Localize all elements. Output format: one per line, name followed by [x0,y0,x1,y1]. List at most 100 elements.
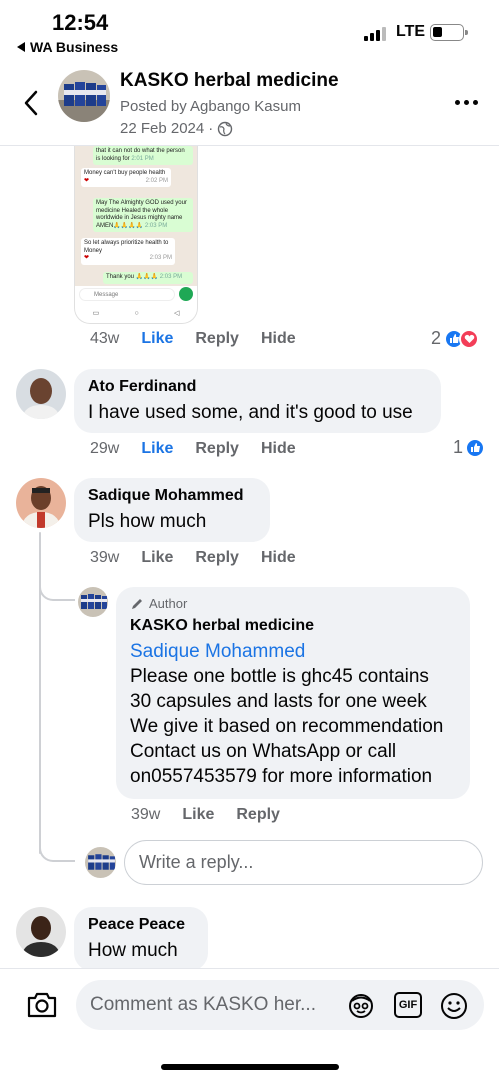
back-app-label: WA Business [30,39,119,55]
hide-button[interactable]: Hide [261,549,296,567]
user-photo-icon [16,478,66,528]
like-reaction-icon [465,437,486,458]
comment-timestamp: 29w [90,440,120,457]
thread-connector [39,575,75,601]
mention-link[interactable]: Sadique Mohammed [130,639,456,664]
chat-message-box: Message [79,288,175,301]
product-bottles-icon [58,70,110,122]
reply-line: We give it based on recommendation [130,716,444,737]
avatar-sticker-icon [349,994,373,1018]
love-reaction-icon [459,328,480,349]
back-triangle-icon [17,42,25,52]
user-photo-icon [16,369,66,419]
android-nav-bar: ▭ ○ ◁ [92,309,180,318]
product-bottles-icon [78,587,108,617]
comment-input[interactable]: Comment as KASKO her... GIF [76,980,484,1030]
mic-icon [179,287,193,301]
author-badge-label: Author [149,596,188,611]
post-image[interactable]: that it can not do what the person is lo… [74,146,198,324]
reaction-count: 1 [453,437,464,457]
thread-connector [39,836,75,862]
comment-bubble: Sadique Mohammed Pls how much [74,478,270,542]
post-timestamp: 43w [90,330,120,347]
hide-button[interactable]: Hide [261,330,296,348]
reply-actions: 39w Like Reply [131,806,302,824]
reply-button[interactable]: Reply [195,330,239,348]
reply-line: on0557453579 for more information [130,766,433,787]
reaction-summary[interactable]: 1 [453,437,486,458]
like-button[interactable]: Like [141,440,173,458]
post-date: 22 Feb 2024 · [120,120,233,137]
gif-icon: GIF [394,992,422,1018]
commenter-name[interactable]: KASKO herbal medicine [130,617,456,635]
avatar[interactable] [78,587,108,617]
commenter-name[interactable]: Ato Ferdinand [88,378,427,396]
chat-message: Money can't buy people health ❤ 2:02 PM [81,168,171,187]
avatar-sticker-button[interactable] [346,992,376,1025]
comment-text: How much [88,940,178,961]
chat-message: that it can not do what the person is lo… [93,146,193,165]
avatar[interactable] [16,907,66,957]
smiley-icon [441,993,467,1019]
chat-message: May The Almighty GOD used your medicine … [93,198,193,232]
more-options-button[interactable] [455,100,478,105]
comment-composer: Comment as KASKO her... GIF [0,968,499,1080]
gif-button[interactable]: GIF [394,992,422,1018]
status-bar: 12:54 WA Business LTE [0,0,499,60]
post-date-text: 22 Feb 2024 [120,120,205,137]
chat-message: So let always prioritize health to Money… [81,238,175,265]
commenter-name[interactable]: Sadique Mohammed [88,487,256,505]
reply-button[interactable]: Reply [195,440,239,458]
avatar [85,847,116,878]
back-to-app-button[interactable]: WA Business [16,39,118,55]
reply-line: Contact us on WhatsApp or call [130,741,397,762]
product-bottles-icon [85,847,116,878]
comment-bubble: Ato Ferdinand I have used some, and it's… [74,369,441,433]
avatar[interactable] [16,478,66,528]
comment-actions: 29w Like Reply Hide [90,440,318,458]
reply-bubble: Author KASKO herbal medicine Sadique Moh… [116,587,470,799]
hide-button[interactable]: Hide [261,440,296,458]
author-badge: Author [130,596,456,611]
post-header: KASKO herbal medicine Posted by Agbango … [0,62,499,146]
reply-line: 30 capsules and lasts for one week [130,691,427,712]
clock: 12:54 [52,10,109,35]
battery-icon [430,24,468,41]
reply-button[interactable]: Reply [236,806,280,824]
reply-input[interactable]: Write a reply... [124,840,483,885]
chevron-left-icon [24,90,38,116]
chat-input-bar: Message [77,286,195,302]
emoji-button[interactable] [440,992,468,1025]
home-indicator [161,1064,339,1070]
camera-icon [27,992,57,1018]
like-button[interactable]: Like [141,549,173,567]
commenter-name[interactable]: Peace Peace [88,916,194,934]
comment-bubble: Peace Peace How much [74,907,208,971]
posted-by: Posted by Agbango Kasum [120,98,301,115]
reaction-count: 2 [431,328,442,348]
page-title[interactable]: KASKO herbal medicine [120,70,339,92]
comment-placeholder: Comment as KASKO her... [90,994,316,1015]
comment-actions: 39w Like Reply Hide [90,549,318,567]
post-actions: 43w Like Reply Hide [90,330,318,348]
chat-message: Thank you 🙏🙏🙏 2:03 PM [103,272,193,284]
reply-button[interactable]: Reply [195,549,239,567]
comment-text: I have used some, and it's good to use [88,402,413,423]
reply-line: Please one bottle is ghc45 contains [130,666,429,687]
chat-screenshot: that it can not do what the person is lo… [75,146,197,286]
like-button[interactable]: Like [182,806,214,824]
page-avatar[interactable] [58,70,110,122]
camera-button[interactable] [26,991,58,1024]
back-button[interactable] [20,88,44,118]
comment-text: Pls how much [88,511,207,532]
signal-icon [364,27,386,41]
reply-timestamp: 39w [131,806,161,823]
network-label: LTE [396,23,426,40]
like-button[interactable]: Like [141,330,173,348]
globe-icon [218,121,233,136]
reaction-summary[interactable]: 2 [431,328,480,349]
pencil-icon [132,598,142,609]
comment-timestamp: 39w [90,549,120,566]
avatar[interactable] [16,369,66,419]
user-photo-icon [16,907,66,957]
